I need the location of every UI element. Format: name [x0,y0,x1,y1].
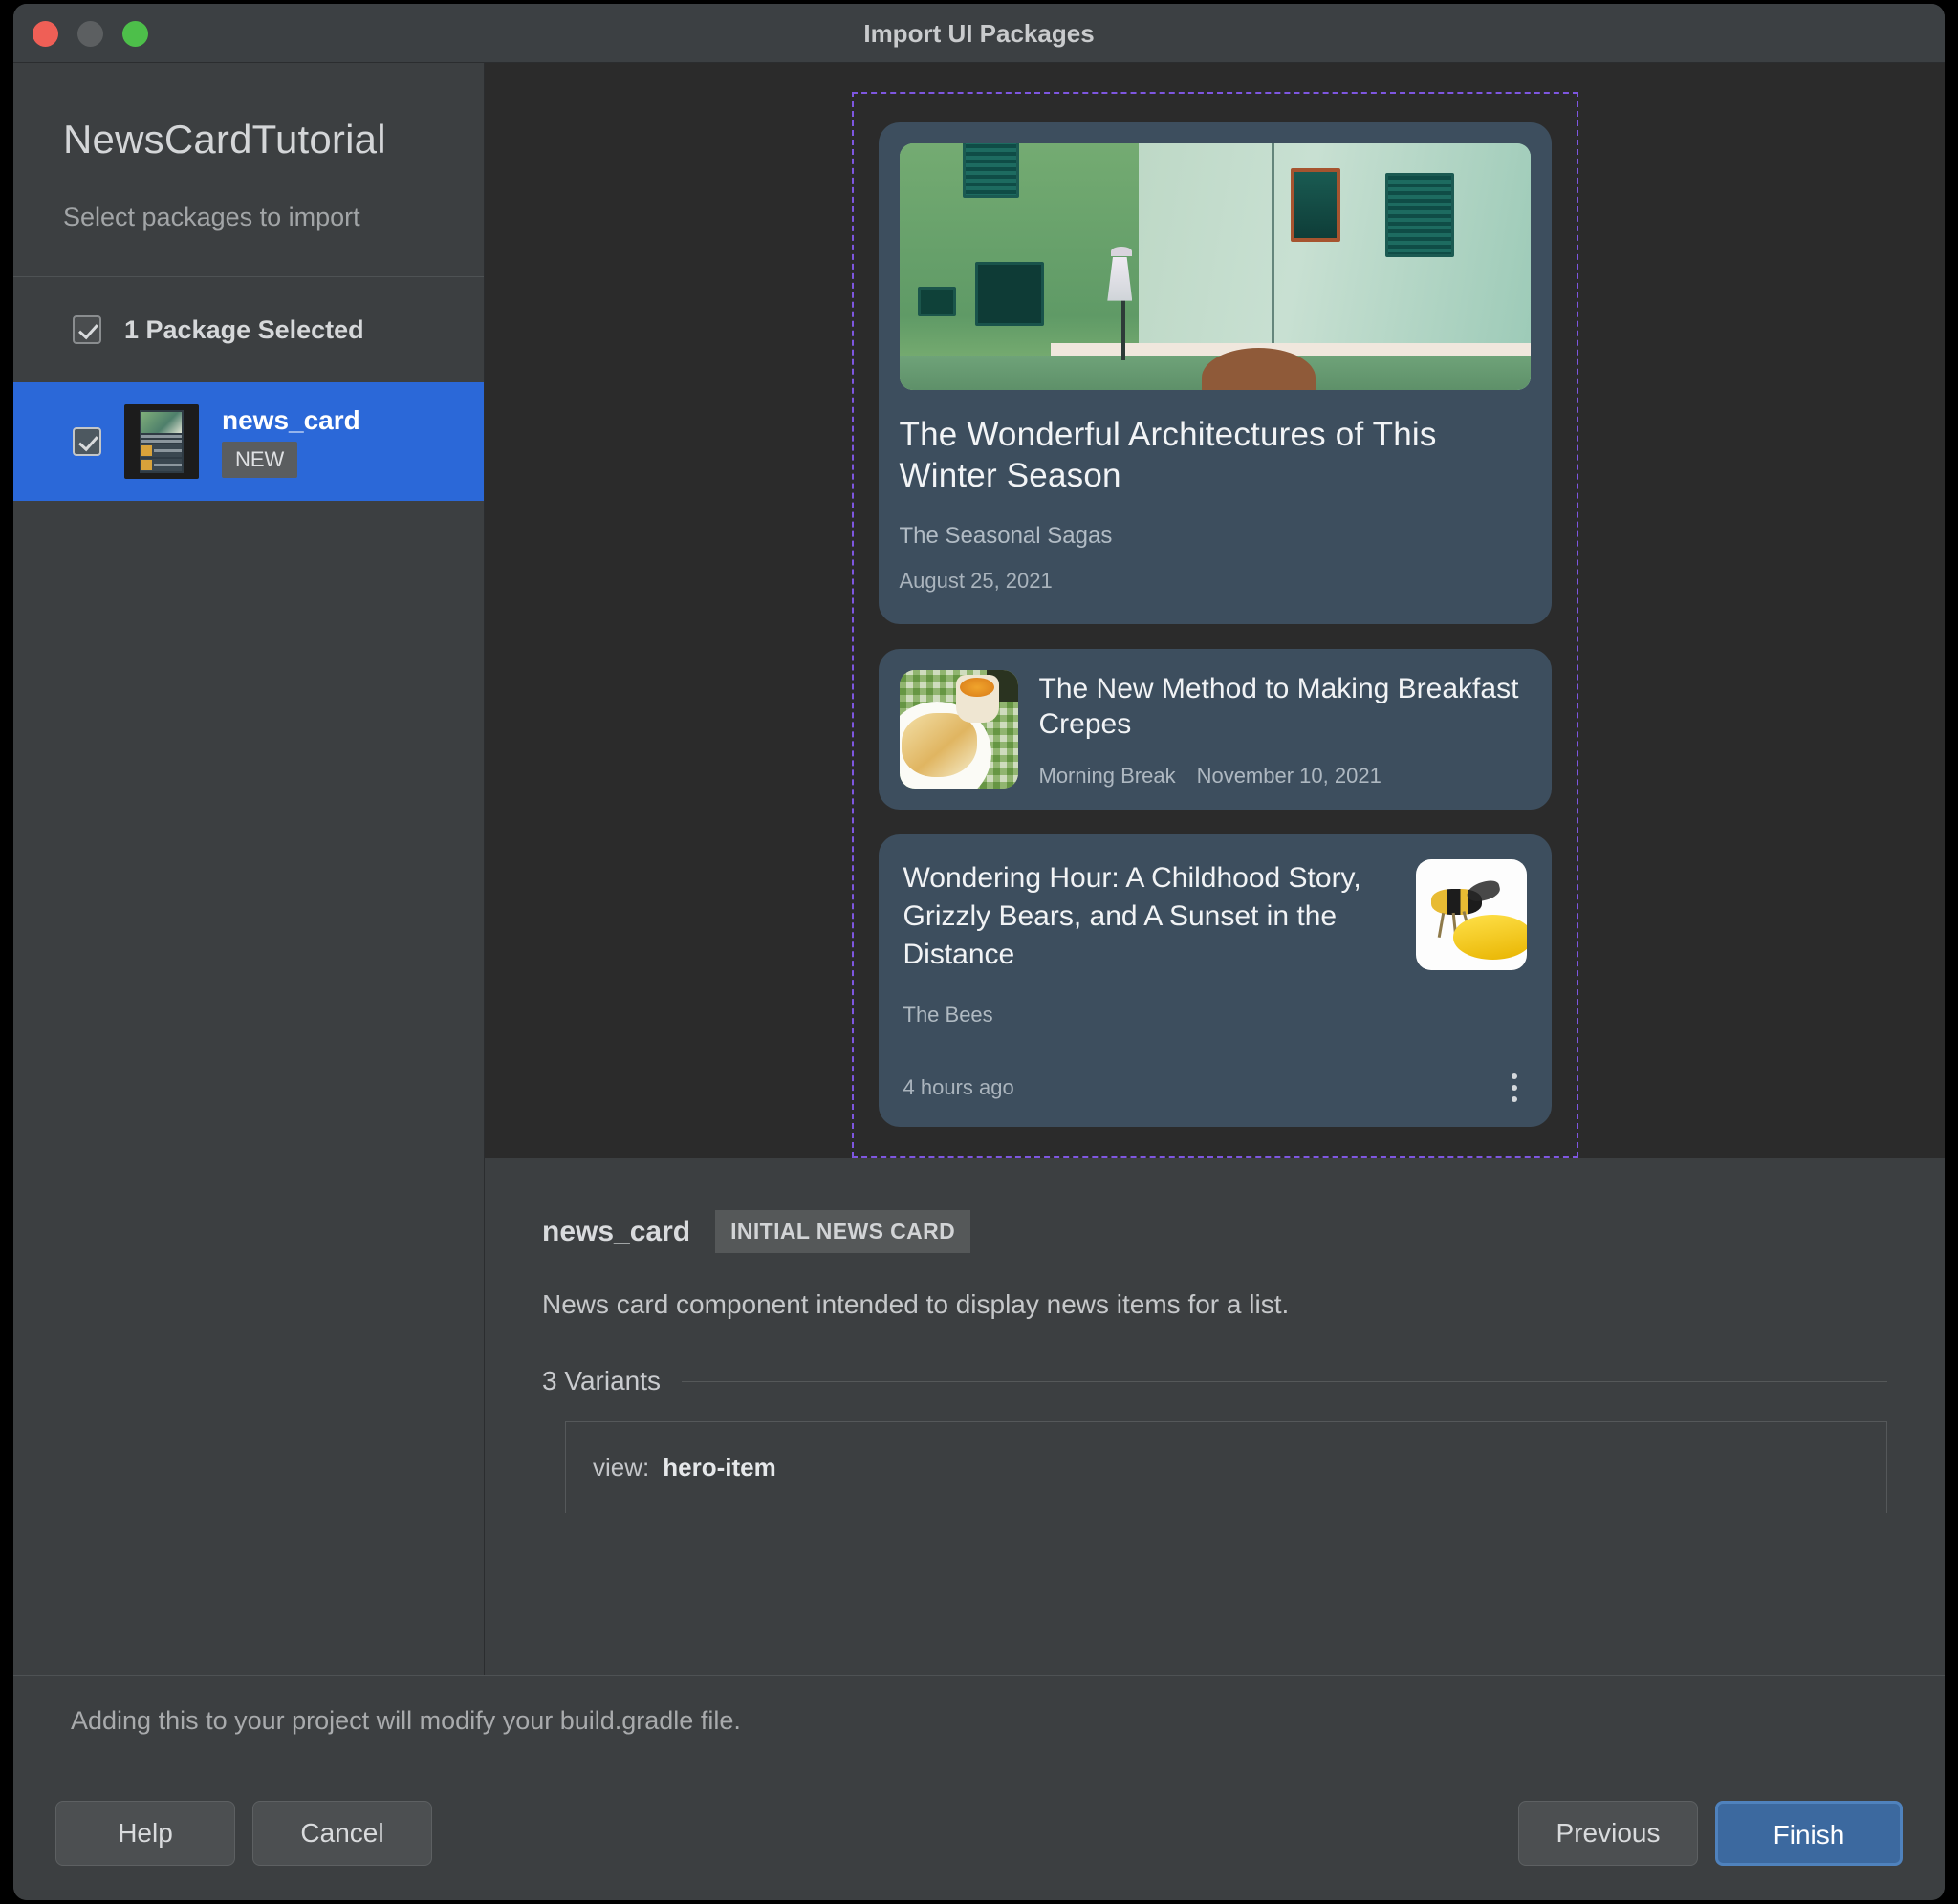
cancel-button[interactable]: Cancel [252,1801,432,1866]
sidebar-item-news-card[interactable]: news_card NEW [13,382,484,501]
thumb-row [141,444,182,457]
gradle-note-strip: Adding this to your project will modify … [13,1675,1945,1766]
details-header: news_card INITIAL NEWS CARD [542,1210,1887,1254]
sidebar: NewsCardTutorial Select packages to impo… [13,63,485,1675]
variants-divider [682,1380,1887,1382]
import-ui-packages-window: Import UI Packages NewsCardTutorial Sele… [13,4,1945,1900]
details-status-badge: INITIAL NEWS CARD [715,1210,971,1254]
previous-button[interactable]: Previous [1518,1801,1698,1866]
window-titlebar: Import UI Packages [13,4,1945,63]
component-preview-area: The Wonderful Architectures of This Wint… [485,63,1945,1158]
finish-button[interactable]: Finish [1715,1801,1903,1866]
select-all-checkbox[interactable] [73,315,101,344]
hero-card-image [899,143,1531,390]
hero-card-source: The Seasonal Sagas [899,523,1113,550]
list-card-text: The New Method to Making Breakfast Crepe… [1039,671,1531,789]
expanded-card-source: The Bees [903,1003,993,1028]
details-package-name: news_card [542,1215,691,1247]
list-card-source: Morning Break [1038,763,1176,788]
dialog-footer: Help Cancel Previous Finish [13,1766,1945,1900]
package-info: news_card NEW [222,405,360,478]
expanded-card-title: Wondering Hour: A Childhood Story, Grizz… [903,862,1361,971]
hero-card-title: The Wonderful Architectures of This Wint… [899,416,1437,494]
variants-count-label: 3 Variants [542,1366,661,1396]
thumb-line [141,435,182,438]
hero-card-date: August 25, 2021 [899,569,1053,594]
gradle-note-text: Adding this to your project will modify … [71,1706,741,1735]
right-pane: The Wonderful Architectures of This Wint… [485,63,1945,1675]
package-details-panel: news_card INITIAL NEWS CARD News card co… [485,1158,1945,1675]
select-all-row[interactable]: 1 Package Selected [13,277,484,382]
variant-value: hero-item [663,1453,776,1482]
details-description: News card component intended to display … [542,1289,1290,1320]
project-title: NewsCardTutorial [63,117,386,162]
preview-card-list-item[interactable]: The New Method to Making Breakfast Crepe… [878,649,1552,811]
thumb-hero-image [141,412,182,433]
package-checkbox[interactable] [73,427,101,456]
expanded-card-time: 4 hours ago [903,1075,1014,1100]
sidebar-empty-area [13,501,484,1675]
package-name: news_card [222,405,360,435]
more-vertical-icon[interactable] [1502,1073,1527,1103]
list-card-meta: Morning Break November 10, 2021 [1039,764,1531,789]
expanded-card-top: Wondering Hour: A Childhood Story, Grizz… [903,859,1527,974]
preview-card-hero[interactable]: The Wonderful Architectures of This Wint… [878,122,1552,625]
sidebar-subtitle: Select packages to import [63,203,360,231]
package-thumbnail-preview [140,410,184,473]
window-title: Import UI Packages [863,19,1095,48]
window-body: NewsCardTutorial Select packages to impo… [13,63,1945,1675]
expanded-card-footer: 4 hours ago [903,1073,1527,1103]
preview-card-expanded[interactable]: Wondering Hour: A Childhood Story, Grizz… [878,834,1552,1128]
help-button[interactable]: Help [55,1801,235,1866]
variant-row[interactable]: view: hero-item [565,1421,1887,1514]
sidebar-header: NewsCardTutorial Select packages to impo… [13,63,484,277]
thumb-line [141,440,182,443]
expanded-card-image [1415,859,1527,971]
variants-section-header: 3 Variants [542,1366,1887,1396]
variant-key: view: [593,1453,650,1482]
package-new-badge: NEW [222,442,298,478]
preview-selection-outline: The Wonderful Architectures of This Wint… [851,92,1578,1158]
list-card-image [899,670,1018,790]
list-card-title: The New Method to Making Breakfast Crepe… [1038,672,1519,741]
thumb-row [141,459,182,471]
package-thumbnail [124,404,199,479]
list-card-date: November 10, 2021 [1196,763,1381,788]
selected-count-label: 1 Package Selected [124,314,364,344]
